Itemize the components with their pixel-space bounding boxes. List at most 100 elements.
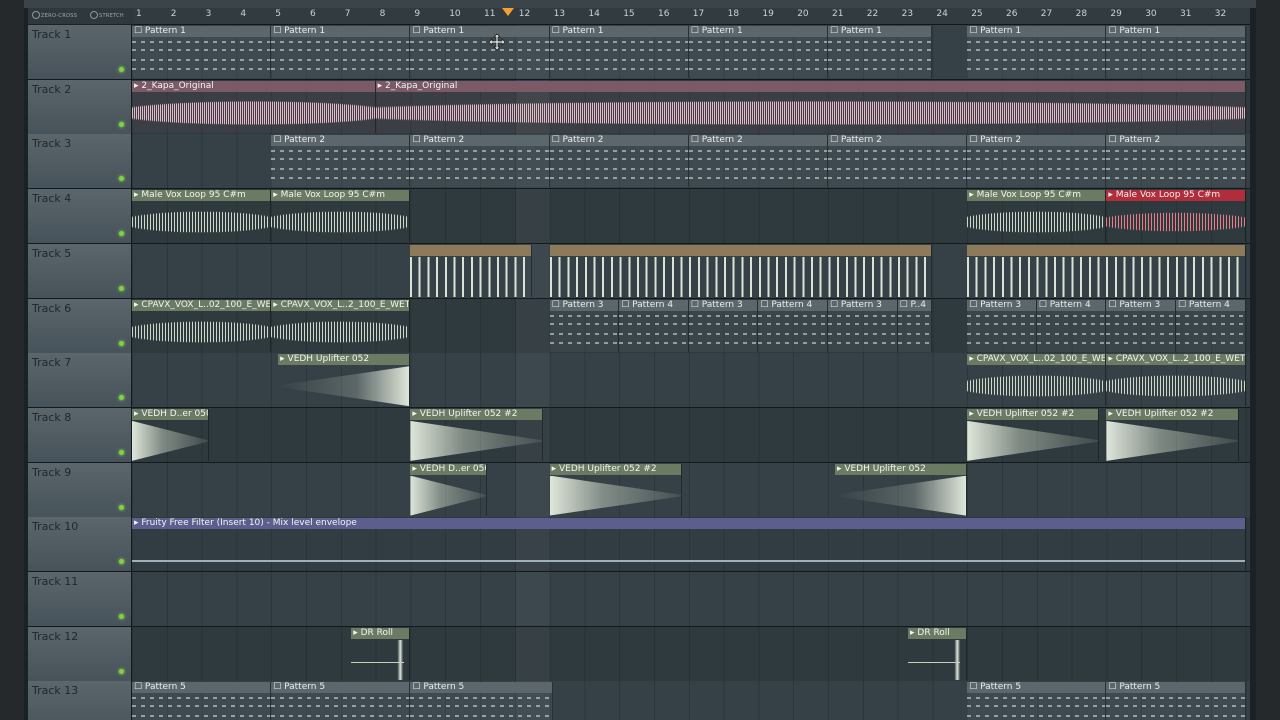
playlist-clip[interactable]: ☐ Pattern 1 [967,26,1107,78]
playlist-clip[interactable] [410,244,533,297]
playlist-clip[interactable]: ☐ Pattern 4 [758,299,828,352]
track-header[interactable]: Track 11 [28,572,132,626]
playlist-clip[interactable]: ☐ Pattern 1 [549,26,689,78]
track-lane[interactable] [132,243,1250,298]
playlist-clip[interactable]: ☐ Pattern 2 [549,135,689,188]
track-lane[interactable]: ▸ CPAVX_VOX_L..02_100_E_WET ▸ CPAVX_VOX_L… [132,298,1250,353]
track-lane[interactable]: ☐ Pattern 5 ☐ Pattern 5 ☐ Pattern 5 ☐ Patte… [132,681,1250,720]
track-mute-led-icon[interactable] [119,668,124,674]
playlist-clip[interactable]: ▸ Fruity Free Filter (Insert 10) - Mix l… [132,518,1246,571]
playlist-clip[interactable]: ☐ Pattern 4 [1176,299,1246,352]
track-lane[interactable]: ▸ VEDH D..er 050 ▸ VEDH Uplifter 052 #2 ▸ … [132,407,1250,462]
playlist-clip[interactable]: ☐ Pattern 1 [688,26,828,78]
timeline-bar-number: 12 [518,9,531,19]
playlist-clip[interactable]: ☐ Pattern 4 [619,299,689,352]
track-lane[interactable]: ☐ Pattern 2 ☐ Pattern 2 ☐ Pattern 2 ☐ Patte… [132,134,1250,189]
track-lane[interactable]: ▸ Fruity Free Filter (Insert 10) - Mix l… [132,517,1250,572]
playlist-clip[interactable]: ☐ Pattern 1 [1106,26,1246,78]
playlist-clip[interactable]: ☐ P..4 [897,299,933,352]
track-mute-led-icon[interactable] [119,231,124,237]
track-lane[interactable] [132,572,1250,626]
track-header[interactable]: Track 4 [28,189,132,244]
track-lane[interactable]: ▸ VEDH Uplifter 052 ▸ CPAVX_VOX_L..02_100… [132,353,1250,408]
playlist-clip[interactable]: ☐ Pattern 5 [1106,682,1246,720]
timeline-bar-number: 17 [692,9,705,19]
playlist-clip[interactable]: ☐ Pattern 2 [1106,135,1246,188]
track-header[interactable]: Track 12 [28,626,132,681]
track-header[interactable]: Track 7 [28,353,132,408]
playlist-clip[interactable]: ☐ Pattern 3 [688,299,759,352]
track-mute-led-icon[interactable] [119,449,124,455]
track-mute-led-icon[interactable] [119,176,124,182]
playlist-clip[interactable]: ☐ Pattern 5 [271,682,411,720]
playlist-clip[interactable]: ☐ Pattern 1 [271,26,411,78]
playlist-clip[interactable]: ▸ Male Vox Loop 95 C#m [967,190,1107,243]
playlist-clip[interactable]: ▸ VEDH Uplifter 052 [834,463,968,516]
playlist-clip[interactable]: ▸ 2_Kapa_Original [375,80,1246,133]
playlist-clip[interactable]: ☐ Pattern 3 [828,299,898,352]
playlist-clip[interactable]: ▸ VEDH Uplifter 052 [278,354,411,407]
playlist-clip[interactable]: ▸ CPAVX_VOX_L..2_100_E_WET [1106,354,1246,407]
playlist-clip[interactable]: ☐ Pattern 2 [271,135,411,188]
playlist-clip[interactable]: ▸ VEDH Uplifter 052 #2 [410,408,543,461]
playlist-clip[interactable] [549,244,933,297]
playlist-clip[interactable]: ▸ DR Roll [351,627,411,680]
playlist-clip[interactable]: ☐ Pattern 2 [828,135,968,188]
track-header[interactable]: Track 10 [28,517,132,572]
track-mute-led-icon[interactable] [119,285,124,291]
playlist-clip[interactable]: ☐ Pattern 1 [828,26,933,78]
playlist-clip[interactable]: ☐ Pattern 4 [1036,299,1107,352]
playlist-clip[interactable]: ▸ 2_Kapa_Original [132,80,376,133]
track-mute-led-icon[interactable] [119,559,124,565]
playlist-clip[interactable]: ☐ Pattern 1 [132,26,272,78]
track-header[interactable]: Track 9 [28,462,132,517]
playlist-clip[interactable]: ☐ Pattern 2 [967,135,1107,188]
track-mute-led-icon[interactable] [119,395,124,401]
stretch-option[interactable]: STRETCH [90,11,124,19]
track-lane[interactable]: ▸ VEDH D..er 050 ▸ VEDH Uplifter 052 #2 ▸ … [132,462,1250,517]
playlist-clip[interactable]: ☐ Pattern 5 [410,682,554,720]
playlist-clip[interactable]: ☐ Pattern 5 [967,682,1107,720]
track-header[interactable]: Track 5 [28,243,132,298]
playlist-clip[interactable]: ▸ Male Vox Loop 95 C#m [271,190,411,243]
track-mute-led-icon[interactable] [119,614,124,619]
playlist-clip[interactable]: ☐ Pattern 5 [132,682,272,720]
playlist-clip[interactable] [967,244,1246,297]
playlist-clip[interactable]: ☐ Pattern 3 [967,299,1037,352]
playhead-marker-icon[interactable] [502,8,514,16]
playlist-clip[interactable]: ▸ CPAVX_VOX_L..02_100_E_WET [967,354,1107,407]
playlist-clip[interactable]: ▸ DR Roll [908,627,968,680]
playlist-clip[interactable]: ☐ Pattern 3 [549,299,620,352]
playlist-clip[interactable]: ▸ VEDH Uplifter 052 #2 [549,463,682,516]
zero-cross-option[interactable]: ZERO-CROSS [32,11,77,19]
track-lane[interactable]: ▸ Male Vox Loop 95 C#m ▸ Male Vox Loop 95… [132,189,1250,244]
playlist-clip[interactable]: ▸ Male Vox Loop 95 C#m [132,190,272,243]
track-row: Track 9 ▸ VEDH D..er 050 ▸ VEDH Uplifter 0… [28,462,1250,518]
track-header[interactable]: Track 6 [28,298,132,353]
right-scrollbar[interactable] [1256,0,1280,720]
playlist-clip[interactable]: ☐ Pattern 2 [688,135,828,188]
track-mute-led-icon[interactable] [119,121,124,127]
playlist-clip[interactable]: ▸ Male Vox Loop 95 C#m [1106,190,1246,243]
track-lane[interactable]: ☐ Pattern 1 ☐ Pattern 1 ☐ Pattern 1 ☐ Patte… [132,25,1250,79]
playlist-clip[interactable]: ▸ CPAVX_VOX_L..02_100_E_WET [132,299,272,352]
playlist-clip[interactable]: ☐ Pattern 2 [410,135,550,188]
playlist-clip[interactable]: ☐ Pattern 3 [1106,299,1176,352]
track-mute-led-icon[interactable] [119,504,124,510]
track-header[interactable]: Track 2 [28,79,132,134]
playlist-clip[interactable]: ▸ VEDH D..er 050 [410,463,487,516]
track-header[interactable]: Track 1 [28,25,132,79]
playlist-clip[interactable]: ▸ VEDH Uplifter 052 #2 [967,408,1100,461]
track-mute-led-icon[interactable] [119,340,124,346]
playlist-clip[interactable]: ▸ VEDH D..er 050 [132,408,209,461]
playlist-clip[interactable]: ▸ VEDH Uplifter 052 #2 [1106,408,1239,461]
track-header[interactable]: Track 13 [28,681,132,720]
track-lane[interactable]: ▸ 2_Kapa_Original ▸ 2_Kapa_Original [132,79,1250,134]
track-header[interactable]: Track 8 [28,407,132,462]
track-header[interactable]: Track 3 [28,134,132,189]
track-mute-led-icon[interactable] [119,67,124,72]
track-lane[interactable]: ▸ DR Roll ▸ DR Roll [132,626,1250,681]
playlist-clip[interactable]: ☐ Pattern 1 [410,26,550,78]
playlist-clip[interactable]: ▸ CPAVX_VOX_L..2_100_E_WET [271,299,411,352]
timeline-ruler[interactable]: 1 2 3 4 5 6 7 8 9 10 11 12 13 14 15 16 17 18 19 20 21 22 23 24 2… [134,8,1250,25]
